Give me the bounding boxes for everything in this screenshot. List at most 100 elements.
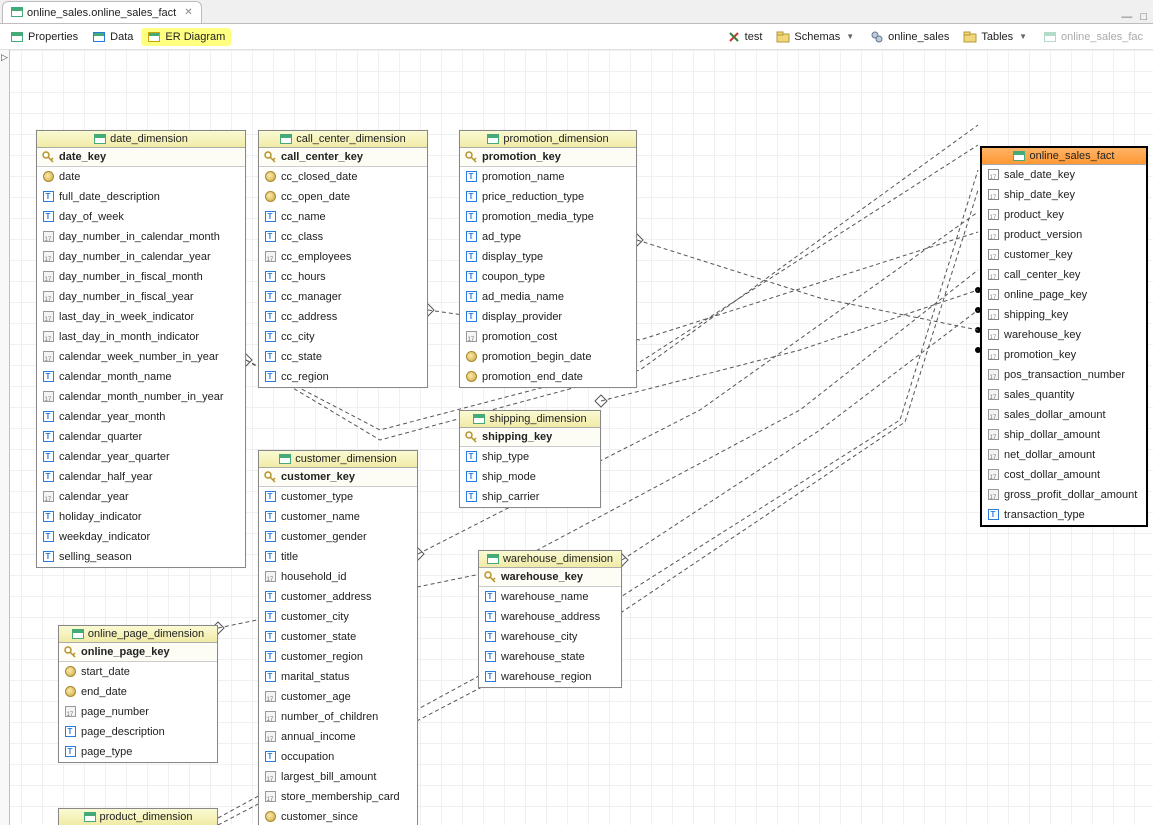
column-label: promotion_cost	[482, 331, 557, 343]
column-label: display_provider	[482, 311, 562, 323]
tab-data[interactable]: Data	[86, 28, 139, 46]
breadcrumb-schema-label: online_sales	[888, 31, 949, 43]
table-icon	[487, 554, 499, 564]
table-column: Tpromotion_media_type	[460, 207, 636, 227]
column-label: call_center_key	[1004, 269, 1080, 281]
breadcrumb-table[interactable]: online_sales_fac	[1037, 28, 1149, 46]
breadcrumb-schemas[interactable]: Schemas ▼	[770, 28, 862, 46]
entity-call_center_dimension[interactable]: call_center_dimensioncall_center_keycc_c…	[258, 130, 428, 388]
column-label: shipping_key	[1004, 309, 1068, 321]
column-label: ad_type	[482, 231, 521, 243]
editor-tab-bar: online_sales.online_sales_fact ✕ — □	[0, 0, 1153, 24]
table-column: Tcalendar_month_name	[37, 367, 245, 387]
column-label: date_key	[59, 151, 106, 163]
table-column: day_number_in_calendar_year	[37, 247, 245, 267]
column-label: date	[59, 171, 80, 183]
entity-title: customer_dimension	[259, 451, 417, 468]
table-column: Ttitle	[259, 547, 417, 567]
chevron-down-icon[interactable]: ▼	[844, 32, 856, 41]
table-column: Tcustomer_state	[259, 627, 417, 647]
table-column: Twarehouse_region	[479, 667, 621, 687]
table-column: online_page_key	[982, 285, 1146, 305]
entity-promotion_dimension[interactable]: promotion_dimensionpromotion_keyTpromoti…	[459, 130, 637, 388]
column-label: calendar_half_year	[59, 471, 153, 483]
column-label: cc_city	[281, 331, 315, 343]
column-label: cc_open_date	[281, 191, 350, 203]
properties-icon	[10, 30, 24, 44]
entity-shipping_dimension[interactable]: shipping_dimensionshipping_keyTship_type…	[459, 410, 601, 508]
column-label: ship_carrier	[482, 491, 539, 503]
column-label: warehouse_city	[501, 631, 577, 643]
column-label: annual_income	[281, 731, 356, 743]
expand-icon: ▷	[1, 52, 8, 63]
tab-er-diagram[interactable]: ER Diagram	[141, 28, 231, 46]
column-label: promotion_media_type	[482, 211, 594, 223]
column-label: calendar_year	[59, 491, 129, 503]
table-column: Tday_of_week	[37, 207, 245, 227]
table-column: Tfull_date_description	[37, 187, 245, 207]
primary-key-column: shipping_key	[460, 428, 600, 447]
key-icon	[41, 150, 55, 164]
maximize-button[interactable]: □	[1140, 11, 1147, 23]
column-label: customer_type	[281, 491, 353, 503]
column-label: holiday_indicator	[59, 511, 142, 523]
column-label: full_date_description	[59, 191, 160, 203]
table-column: Tcustomer_city	[259, 607, 417, 627]
table-column: gross_profit_dollar_amount	[982, 485, 1146, 505]
table-icon	[84, 812, 96, 822]
ruler-handle[interactable]: ▷	[0, 50, 10, 825]
column-label: shipping_key	[482, 431, 552, 443]
table-column: net_dollar_amount	[982, 445, 1146, 465]
breadcrumb-schema[interactable]: online_sales	[864, 28, 955, 46]
entity-customer_dimension[interactable]: customer_dimensioncustomer_keyTcustomer_…	[258, 450, 418, 825]
entity-online_sales_fact[interactable]: online_sales_factsale_date_keyship_date_…	[980, 146, 1148, 527]
entity-online_page_dimension[interactable]: online_page_dimensiononline_page_keystar…	[58, 625, 218, 763]
column-label: price_reduction_type	[482, 191, 584, 203]
breadcrumb-schemas-label: Schemas	[794, 31, 840, 43]
key-icon	[464, 150, 478, 164]
column-label: online_page_key	[1004, 289, 1087, 301]
table-column: product_key	[982, 205, 1146, 225]
column-label: transaction_type	[1004, 509, 1085, 521]
table-icon	[279, 454, 291, 464]
table-column: Tcc_class	[259, 227, 427, 247]
diagram-canvas[interactable]: date_dimensiondate_keydateTfull_date_des…	[0, 50, 1153, 825]
tab-properties[interactable]: Properties	[4, 28, 84, 46]
column-label: coupon_type	[482, 271, 545, 283]
table-column: Tcalendar_year_month	[37, 407, 245, 427]
close-icon[interactable]: ✕	[184, 7, 192, 18]
folder-icon	[963, 30, 977, 44]
entity-date_dimension[interactable]: date_dimensiondate_keydateTfull_date_des…	[36, 130, 246, 568]
table-column: Tpage_type	[59, 742, 217, 762]
column-list: Tship_typeTship_modeTship_carrier	[460, 447, 600, 507]
table-column: Tcc_region	[259, 367, 427, 387]
table-column: sales_dollar_amount	[982, 405, 1146, 425]
folder-icon	[776, 30, 790, 44]
table-icon	[280, 134, 292, 144]
table-column: date	[37, 167, 245, 187]
table-column: largest_bill_amount	[259, 767, 417, 787]
column-label: calendar_quarter	[59, 431, 142, 443]
column-label: warehouse_name	[501, 591, 588, 603]
table-column: Tcc_state	[259, 347, 427, 367]
entity-title-label: warehouse_dimension	[503, 553, 613, 565]
tab-properties-label: Properties	[28, 31, 78, 43]
column-label: cc_name	[281, 211, 326, 223]
entity-warehouse_dimension[interactable]: warehouse_dimensionwarehouse_keyTwarehou…	[478, 550, 622, 688]
table-column: Tcc_manager	[259, 287, 427, 307]
column-label: cc_hours	[281, 271, 326, 283]
breadcrumb-connection[interactable]: test	[721, 28, 769, 46]
minimize-button[interactable]: —	[1121, 11, 1132, 23]
table-column: start_date	[59, 662, 217, 682]
table-column: customer_key	[982, 245, 1146, 265]
column-label: last_day_in_month_indicator	[59, 331, 199, 343]
editor-tab[interactable]: online_sales.online_sales_fact ✕	[2, 1, 202, 23]
column-label: customer_key	[1004, 249, 1072, 261]
column-label: customer_gender	[281, 531, 367, 543]
table-column: call_center_key	[982, 265, 1146, 285]
column-label: warehouse_region	[501, 671, 592, 683]
breadcrumb-tables[interactable]: Tables ▼	[957, 28, 1035, 46]
chevron-down-icon[interactable]: ▼	[1017, 32, 1029, 41]
entity-product_dimension[interactable]: product_dimensionproduct_keyproduct_vers…	[58, 808, 218, 825]
column-label: gross_profit_dollar_amount	[1004, 489, 1137, 501]
